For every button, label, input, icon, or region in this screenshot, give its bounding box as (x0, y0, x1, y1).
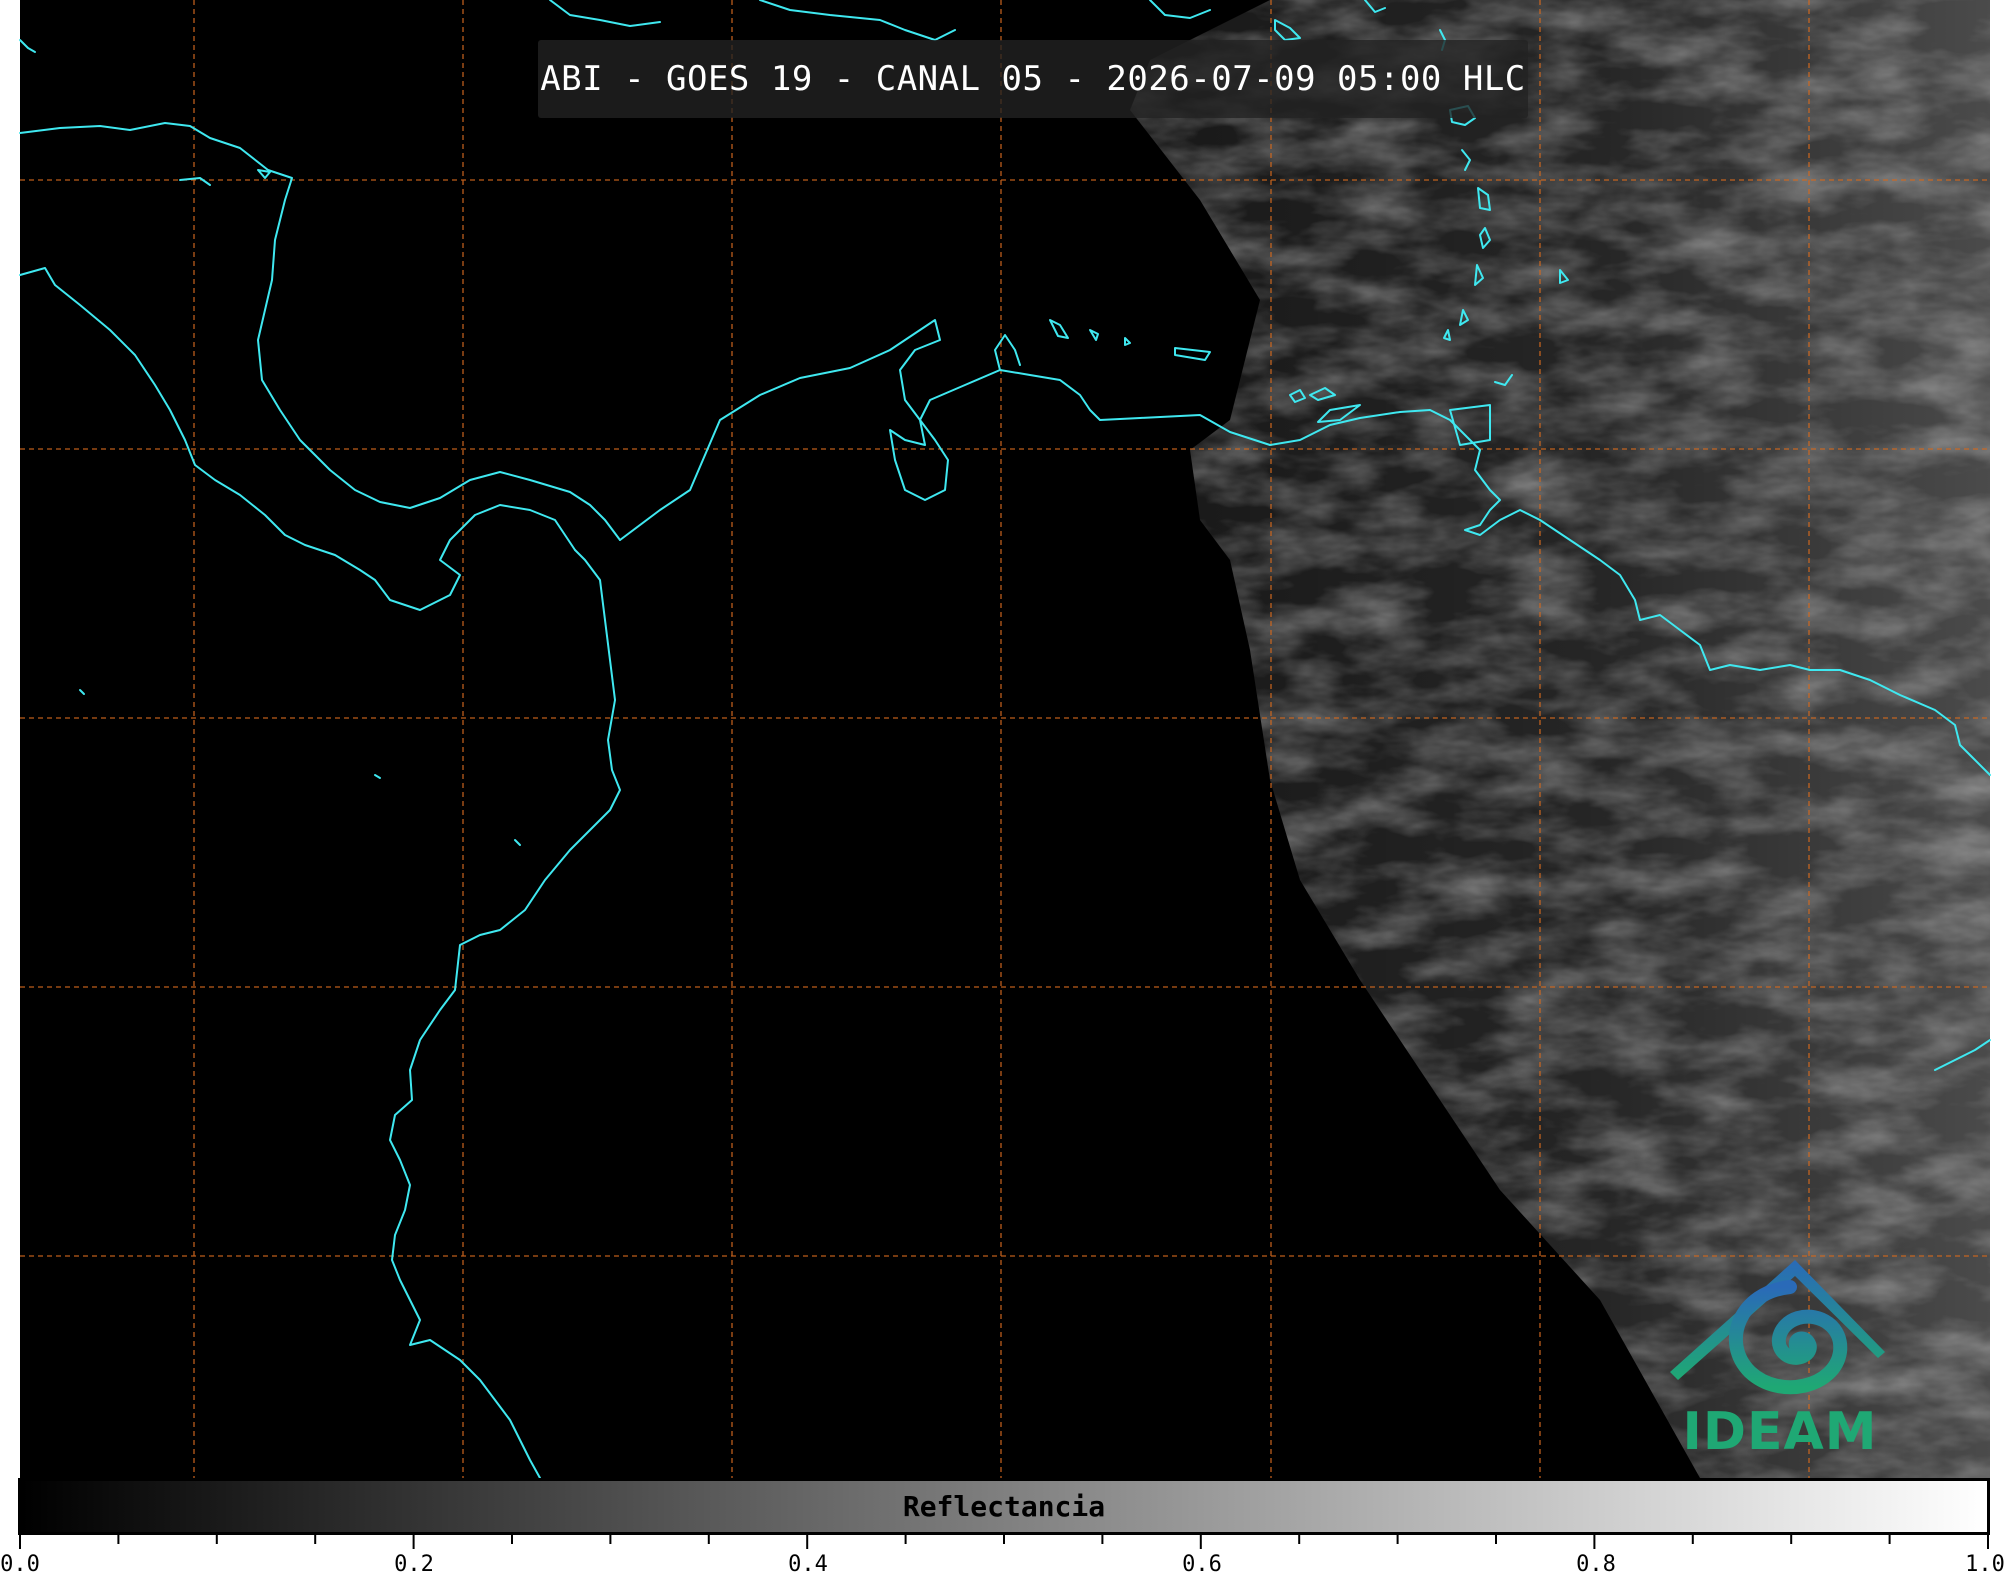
colorbar-ticks: 0.0 0.2 0.4 0.6 0.8 1.0 (0, 1535, 2011, 1577)
tick-marks (19, 1535, 1989, 1549)
ideam-logo: IDEAM (1660, 1252, 1900, 1467)
map-title: ABI - GOES 19 - CANAL 05 - 2026-07-09 05… (540, 59, 1526, 99)
ideam-logo-text: IDEAM (1682, 1402, 1878, 1462)
tick-label-0: 0.0 (0, 1552, 40, 1577)
tick-label-1: 0.2 (394, 1552, 434, 1577)
tick-label-3: 0.6 (1182, 1552, 1222, 1577)
ideam-mountain-icon (1670, 1260, 1885, 1395)
tick-label-2: 0.4 (788, 1552, 828, 1577)
tick-label-4: 0.8 (1576, 1552, 1616, 1577)
colorbar-label: Reflectancia (902, 1490, 1106, 1523)
tick-label-5: 1.0 (1965, 1552, 2005, 1577)
colorbar: Reflectancia (18, 1478, 1990, 1535)
